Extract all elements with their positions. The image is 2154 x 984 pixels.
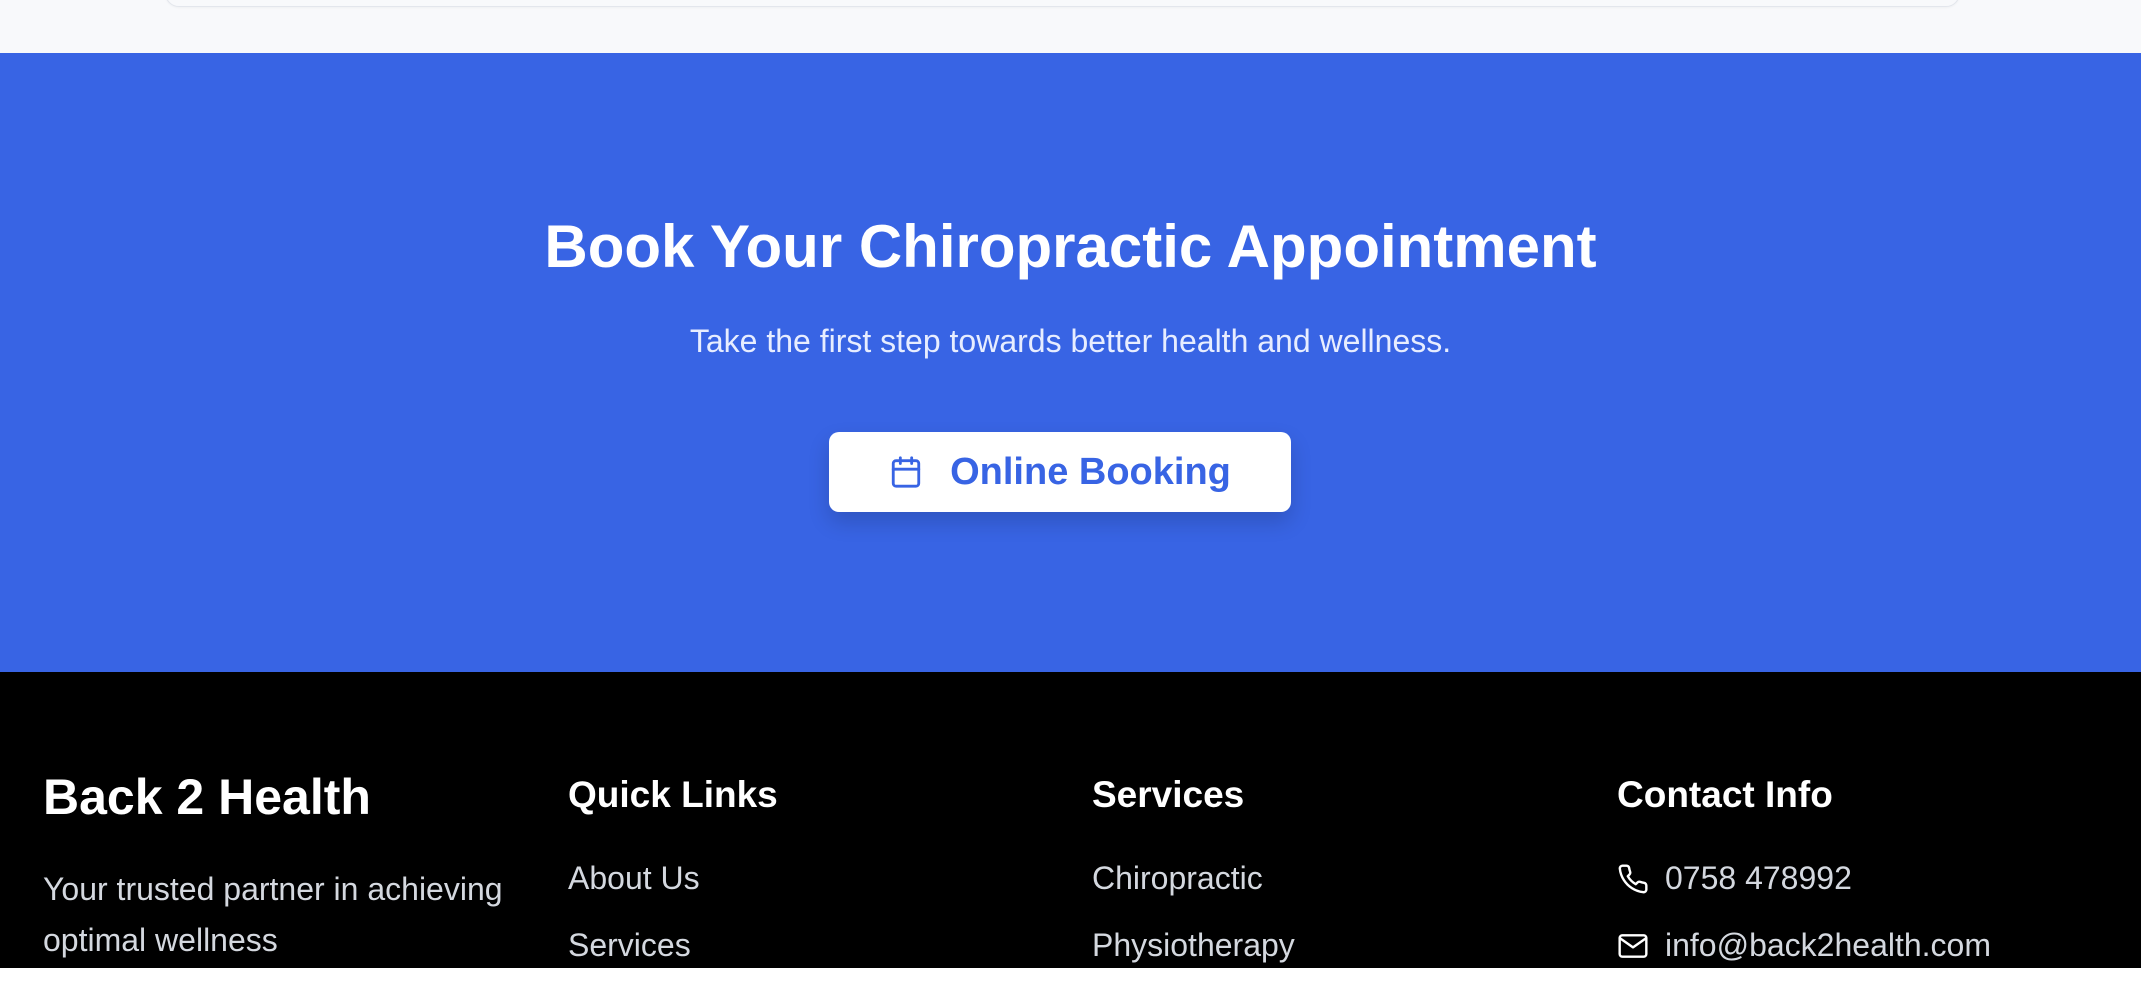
footer-brand-description: Your trusted partner in achieving optima… [43, 871, 503, 958]
scrollbar-gutter [2141, 0, 2154, 984]
bottom-edge [0, 968, 2141, 984]
footer-link-about-us[interactable]: About Us [568, 860, 700, 897]
footer-contact-phone[interactable]: 0758 478992 [1617, 860, 1852, 897]
content-card-bottom-edge [165, 0, 1960, 7]
cta-subtitle: Take the first step towards better healt… [689, 323, 1452, 359]
footer-brand-name: Back 2 Health [43, 769, 371, 825]
online-booking-button[interactable]: Online Booking [829, 432, 1291, 512]
email-address: info@back2health.com [1665, 927, 1991, 963]
footer-link-services[interactable]: Services [568, 927, 691, 964]
booking-cta-section: Book Your Chiropractic Appointment Take … [0, 53, 2141, 672]
calendar-icon [891, 456, 921, 488]
cta-title: Book Your Chiropractic Appointment [544, 213, 1597, 280]
footer-service-physiotherapy[interactable]: Physiotherapy [1092, 927, 1295, 964]
top-section [0, 0, 2141, 53]
phone-icon [1618, 863, 1648, 893]
footer-service-chiropractic[interactable]: Chiropractic [1092, 860, 1263, 897]
services-heading: Services [1092, 774, 1245, 815]
quick-links-heading: Quick Links [568, 774, 778, 815]
online-booking-label: Online Booking [950, 450, 1231, 493]
mail-icon [1618, 933, 1648, 958]
site-footer: Back 2 Health Your trusted partner in ac… [0, 672, 2141, 968]
phone-number: 0758 478992 [1665, 860, 1852, 896]
contact-info-heading: Contact Info [1617, 774, 1833, 815]
footer-contact-email[interactable]: info@back2health.com [1617, 927, 1991, 964]
